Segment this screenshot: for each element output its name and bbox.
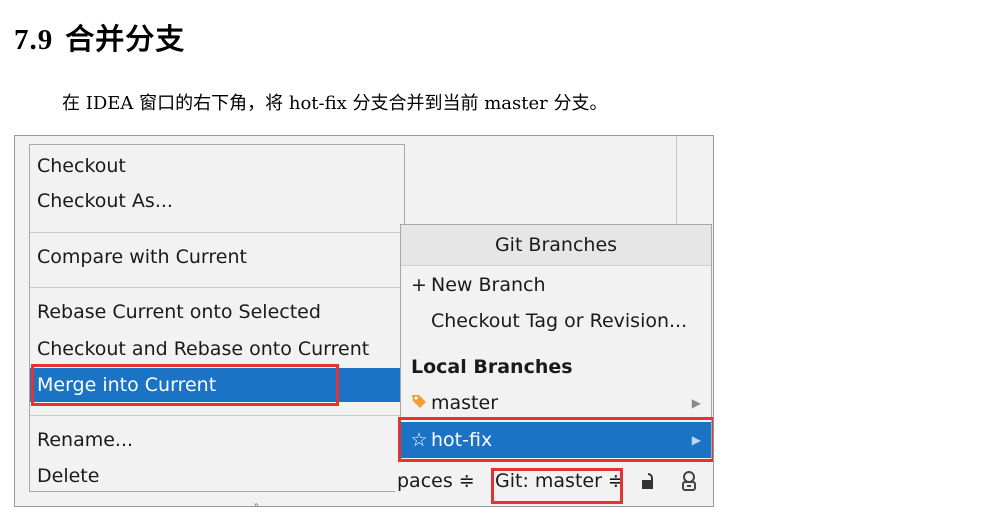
checkout-tag-item[interactable]: Checkout Tag or Revision... — [401, 303, 711, 339]
highlight-hot-fix — [398, 417, 713, 462]
menu-separator — [30, 232, 404, 233]
highlight-merge-into-current — [31, 364, 339, 406]
panel-divider — [676, 136, 677, 224]
menu-separator — [30, 287, 404, 288]
section-number: 7.9 — [14, 24, 54, 56]
menu-item-compare-with-current[interactable]: Compare with Current — [30, 240, 404, 274]
branch-item-master[interactable]: master ▶ — [401, 385, 711, 421]
highlight-git-master — [491, 468, 623, 504]
new-branch-label: New Branch — [431, 274, 546, 296]
new-branch-item[interactable]: + New Branch — [401, 267, 711, 303]
inspector-icon[interactable] — [679, 470, 699, 492]
indent-widget[interactable]: paces ≑ — [397, 470, 475, 492]
section-heading: 7.9 合并分支 — [14, 16, 185, 58]
menu-separator — [30, 415, 404, 416]
submenu-arrow-icon: ▶ — [691, 396, 701, 410]
menu-item-rebase-current[interactable]: Rebase Current onto Selected — [30, 295, 404, 329]
ide-screenshot: Checkout Checkout As... Compare with Cur… — [14, 135, 714, 507]
section-title: 合并分支 — [65, 22, 186, 56]
body-paragraph: 在 IDEA 窗口的右下角，将 hot-fix 分支合并到当前 master 分… — [62, 93, 608, 114]
branch-name: master — [431, 392, 499, 414]
menu-item-delete[interactable]: Delete — [30, 459, 404, 493]
grip-icon: » — [253, 500, 260, 507]
lock-icon[interactable] — [641, 472, 655, 490]
branch-context-menu: Checkout Checkout As... Compare with Cur… — [29, 144, 405, 492]
menu-item-checkout-as[interactable]: Checkout As... — [30, 184, 404, 218]
menu-item-checkout[interactable]: Checkout — [30, 149, 404, 183]
menu-item-checkout-and-rebase[interactable]: Checkout and Rebase onto Current — [30, 332, 404, 366]
tag-icon — [407, 385, 431, 421]
popup-title: Git Branches — [401, 225, 711, 266]
menu-item-rename[interactable]: Rename... — [30, 423, 404, 457]
local-branches-header: Local Branches — [411, 356, 573, 378]
plus-icon: + — [411, 274, 427, 296]
